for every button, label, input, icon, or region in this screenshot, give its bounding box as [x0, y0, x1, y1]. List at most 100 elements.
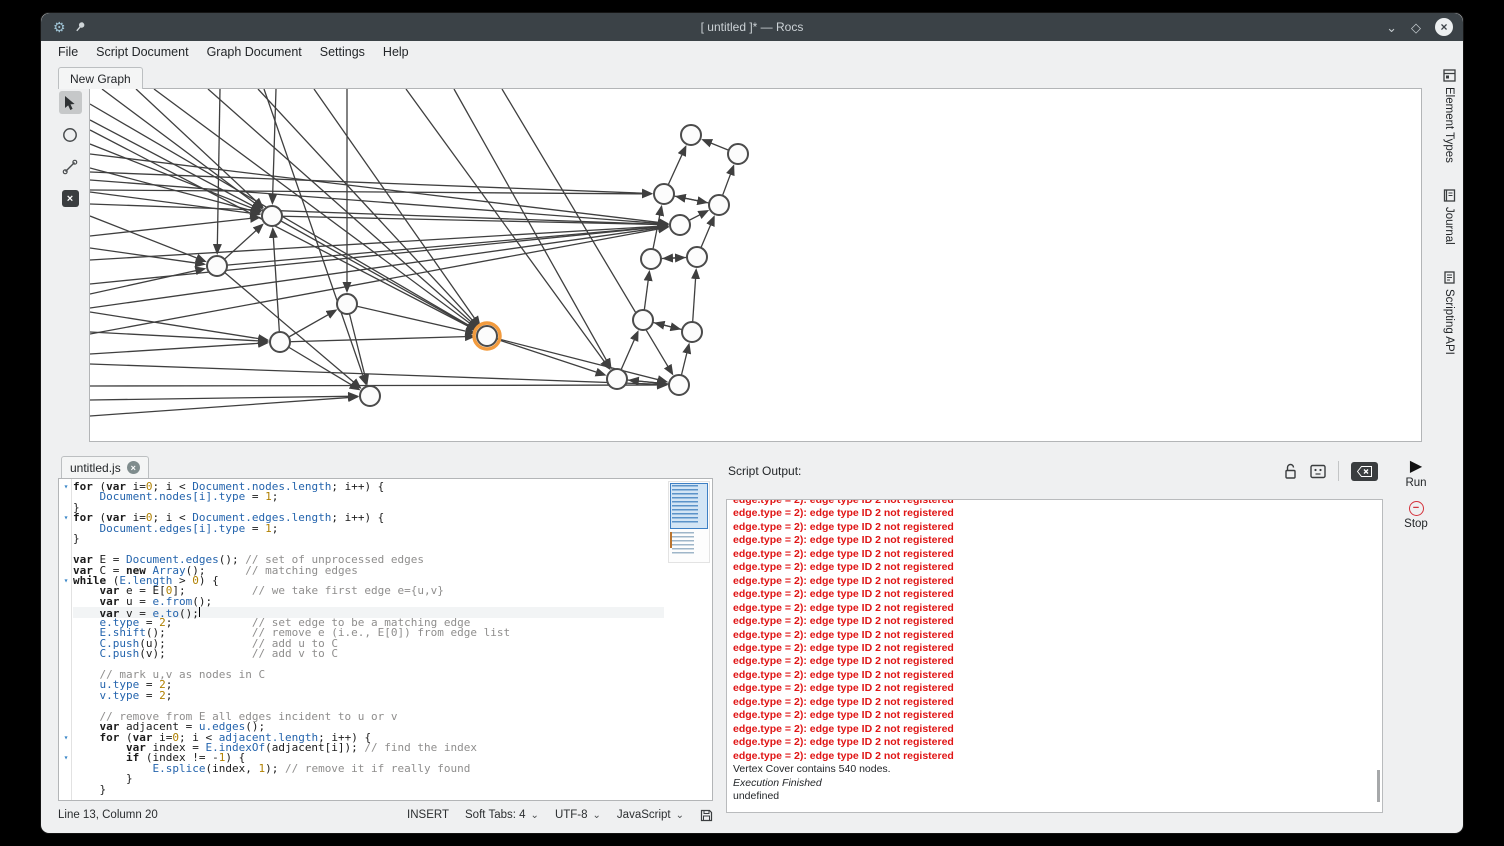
- graph-edge[interactable]: [136, 89, 262, 207]
- tab-settings-label: Soft Tabs: 4: [465, 809, 526, 821]
- graph-node[interactable]: [360, 386, 380, 406]
- menu-settings[interactable]: Settings: [311, 41, 374, 64]
- menu-graph-document[interactable]: Graph Document: [198, 41, 311, 64]
- graph-node[interactable]: [709, 195, 729, 215]
- side-tab-element-types[interactable]: Element Types: [1443, 69, 1456, 163]
- clear-output-button[interactable]: [1351, 462, 1378, 481]
- side-tab-scripting-api[interactable]: Scripting API: [1443, 271, 1456, 355]
- fold-marker-icon[interactable]: ▾: [60, 482, 72, 492]
- graph-node[interactable]: [681, 125, 701, 145]
- graph-edge[interactable]: [280, 336, 474, 342]
- circle-node-icon: [62, 127, 78, 143]
- graph-node[interactable]: [687, 247, 707, 267]
- graph-edge[interactable]: [217, 226, 667, 266]
- add-node-tool-button[interactable]: [59, 123, 82, 146]
- menu-help[interactable]: Help: [374, 41, 418, 64]
- graph-canvas[interactable]: [89, 88, 1422, 442]
- graph-node[interactable]: [270, 332, 290, 352]
- graph-edge[interactable]: [90, 154, 667, 223]
- encoding-selector[interactable]: UTF-8 ⌄: [555, 809, 601, 821]
- code-lines: ▾for (var i=0; i < Document.nodes.length…: [73, 482, 664, 795]
- graph-edge[interactable]: [272, 216, 476, 330]
- maximize-button[interactable]: ◇: [1411, 21, 1421, 34]
- rocs-window: ⚙ [ untitled ]* — Rocs ⌄ ◇ × File Script…: [40, 12, 1464, 834]
- output-error-line: edge.type = 2): edge type ID 2 not regis…: [733, 642, 1376, 655]
- graph-edge[interactable]: [90, 312, 267, 340]
- menu-script-document[interactable]: Script Document: [87, 41, 197, 64]
- graph-edge[interactable]: [90, 385, 666, 386]
- graph-edge[interactable]: [90, 269, 204, 294]
- language-selector[interactable]: JavaScript ⌄: [617, 809, 684, 821]
- tab-close-icon[interactable]: ×: [127, 461, 140, 474]
- output-error-line: edge.type = 2): edge type ID 2 not regis…: [733, 499, 1376, 507]
- graph-edge[interactable]: [280, 342, 359, 389]
- select-tool-button[interactable]: [59, 91, 82, 114]
- output-error-line: edge.type = 2): edge type ID 2 not regis…: [733, 521, 1376, 534]
- graph-edge[interactable]: [487, 336, 666, 382]
- stop-button-label[interactable]: Stop: [1404, 518, 1428, 530]
- graph-node[interactable]: [207, 256, 227, 276]
- titlebar[interactable]: ⚙ [ untitled ]* — Rocs ⌄ ◇ ×: [41, 13, 1463, 41]
- fold-marker-icon[interactable]: ▾: [60, 576, 72, 586]
- run-button-label[interactable]: Run: [1405, 477, 1426, 489]
- stop-icon[interactable]: −: [1409, 501, 1424, 516]
- separator: [1338, 461, 1339, 481]
- close-button[interactable]: ×: [1435, 18, 1453, 36]
- graph-edge[interactable]: [90, 120, 261, 210]
- graph-node[interactable]: [654, 184, 674, 204]
- graph-edge[interactable]: [487, 336, 605, 375]
- journal-icon: [1443, 189, 1456, 202]
- graph-node[interactable]: [641, 249, 661, 269]
- graph-node[interactable]: [669, 375, 689, 395]
- editor-tab[interactable]: untitled.js ×: [61, 456, 149, 478]
- minimap-modified-bar: [670, 532, 672, 548]
- graph-node[interactable]: [633, 310, 653, 330]
- graph-node[interactable]: [477, 326, 497, 346]
- graph-edge[interactable]: [217, 89, 220, 253]
- graph-edge[interactable]: [90, 343, 267, 354]
- side-tab-strip: Element Types Journal Scripting API: [1436, 69, 1462, 354]
- menu-file[interactable]: File: [49, 41, 87, 64]
- output-error-line: edge.type = 2): edge type ID 2 not regis…: [733, 602, 1376, 615]
- graph-edge[interactable]: [406, 89, 609, 368]
- editor-minimap[interactable]: [668, 481, 710, 563]
- graph-node[interactable]: [607, 369, 627, 389]
- fold-margin: [59, 479, 72, 800]
- delete-tool-button[interactable]: ×: [59, 187, 82, 210]
- graph-node[interactable]: [682, 322, 702, 342]
- graph-edge[interactable]: [90, 180, 667, 224]
- graph-edge[interactable]: [208, 89, 477, 327]
- console-icon[interactable]: [1310, 464, 1326, 479]
- output-scrollbar-thumb[interactable]: [1377, 770, 1380, 802]
- graph-node[interactable]: [337, 294, 357, 314]
- graph-edge[interactable]: [90, 217, 259, 236]
- minimize-button[interactable]: ⌄: [1386, 21, 1397, 34]
- fold-marker-icon[interactable]: ▾: [60, 733, 72, 743]
- fold-marker-icon[interactable]: ▾: [60, 513, 72, 523]
- side-tab-journal[interactable]: Journal: [1443, 189, 1456, 245]
- floppy-icon[interactable]: [700, 809, 713, 822]
- tab-settings-selector[interactable]: Soft Tabs: 4 ⌄: [465, 809, 539, 821]
- graph-node[interactable]: [728, 144, 748, 164]
- output-error-line: edge.type = 2): edge type ID 2 not regis…: [733, 736, 1376, 749]
- play-icon[interactable]: ▶: [1410, 459, 1422, 475]
- insert-mode[interactable]: INSERT: [407, 809, 449, 821]
- element-types-icon: [1443, 69, 1456, 82]
- fold-marker-icon[interactable]: ▾: [60, 753, 72, 763]
- graph-node[interactable]: [670, 215, 690, 235]
- code-editor[interactable]: ▾for (var i=0; i < Document.nodes.length…: [58, 478, 713, 801]
- language-label: JavaScript: [617, 809, 671, 821]
- graph-tab[interactable]: New Graph: [58, 67, 143, 89]
- add-edge-tool-button[interactable]: [59, 155, 82, 178]
- script-output-box[interactable]: edge.type = 2): edge type ID 2 not regis…: [726, 499, 1383, 813]
- editor-tab-label: untitled.js: [70, 461, 121, 475]
- output-error-line: edge.type = 2): edge type ID 2 not regis…: [733, 723, 1376, 736]
- graph-node[interactable]: [262, 206, 282, 226]
- graph-edge[interactable]: [273, 229, 280, 342]
- padlock-open-icon[interactable]: [1283, 463, 1298, 480]
- code-line: Document.nodes[i].type = 1;: [73, 492, 664, 502]
- graph-edge[interactable]: [90, 332, 267, 341]
- graph-edge[interactable]: [347, 304, 367, 383]
- chevron-down-icon: ⌄: [593, 810, 601, 821]
- graph-edge[interactable]: [90, 227, 667, 308]
